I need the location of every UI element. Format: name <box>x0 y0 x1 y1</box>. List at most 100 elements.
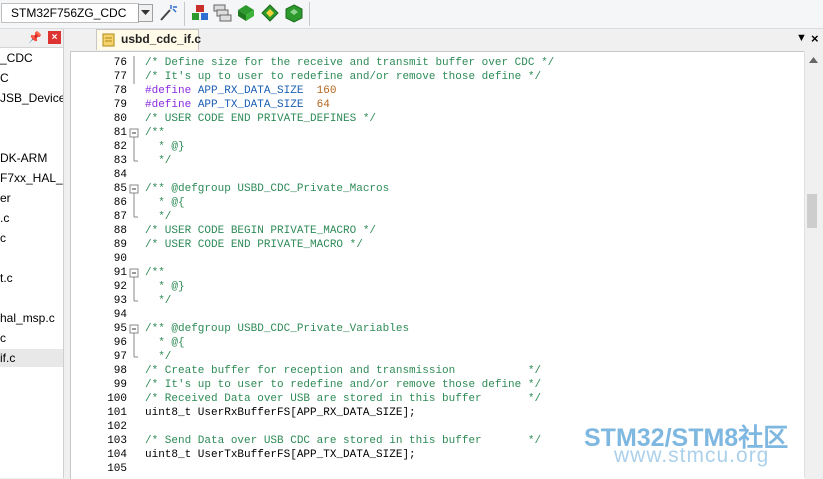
code-line: 79 #define APP_TX_DATA_SIZE 64 <box>71 98 805 112</box>
comment-text: /* Create buffer for reception and trans… <box>145 365 542 377</box>
line-number: 80 <box>113 113 127 125</box>
code-line: 94 <box>71 308 805 322</box>
line-number: 96 <box>113 337 127 349</box>
comment-text: /* USER CODE END PRIVATE_MACRO */ <box>145 239 363 251</box>
close-editor-icon[interactable]: × <box>811 31 819 46</box>
comment-text: /** <box>145 267 165 279</box>
code-line: 103 /* Send Data over USB CDC are stored … <box>71 434 805 448</box>
editor-frame: usbd_cdc_if.c ▼ × 76 /* Define size for t… <box>64 29 823 479</box>
code-line: 96 * @{ <box>71 336 805 350</box>
code-line: 97 */ <box>71 350 805 364</box>
project-panel: 📌 × _CDC C JSB_Device_I DK-ARM F7xx_HAL_Der.… <box>0 29 64 478</box>
code-line: 101 uint8_t UserRxBufferFS[APP_RX_DATA_SI… <box>71 406 805 420</box>
diamond-icon <box>261 4 279 22</box>
target-name: STM32F756ZG_CDC <box>11 6 127 20</box>
fold-line-icon <box>133 336 135 350</box>
file-extensions-button[interactable] <box>212 3 232 23</box>
line-number: 88 <box>113 225 127 237</box>
fold-toggle-icon[interactable] <box>129 182 139 196</box>
code-line: 89 /* USER CODE END PRIVATE_MACRO */ <box>71 238 805 252</box>
manage-components-button[interactable] <box>190 3 210 23</box>
cube-icon <box>285 4 303 23</box>
target-dropdown-button[interactable] <box>138 4 153 22</box>
line-number: 105 <box>107 463 127 475</box>
define-keyword: #define <box>145 99 192 111</box>
tab-list-dropdown-icon[interactable]: ▼ <box>796 32 807 44</box>
line-number: 104 <box>107 449 127 461</box>
tree-item[interactable]: c <box>0 329 6 347</box>
code-line: 88 /* USER CODE BEGIN PRIVATE_MACRO */ <box>71 224 805 238</box>
fold-line-icon <box>133 196 135 210</box>
comment-text: /* Send Data over USB CDC are stored in … <box>145 435 542 447</box>
tree-item[interactable]: t.c <box>0 269 13 287</box>
pack-installer-button[interactable] <box>260 3 280 23</box>
pack-manager-button[interactable] <box>284 3 304 23</box>
code-line: 105 <box>71 462 805 476</box>
macro-name: APP_TX_DATA_SIZE <box>191 99 317 111</box>
comment-text: */ <box>145 351 172 363</box>
preprocessor-line: #define APP_RX_DATA_SIZE 160 <box>145 84 336 98</box>
fold-line-icon <box>133 280 135 294</box>
code-line: 77 /* It's up to user to redefine and/or … <box>71 70 805 84</box>
code-line: 102 <box>71 420 805 434</box>
chevron-down-icon <box>141 10 150 15</box>
tab-label: usbd_cdc_if.c <box>121 32 202 46</box>
comment-text: */ <box>145 155 172 167</box>
fold-line-icon <box>133 350 138 358</box>
line-number: 82 <box>113 141 127 153</box>
tree-item[interactable]: .c <box>0 209 9 227</box>
line-number: 103 <box>107 435 127 447</box>
tree-item[interactable]: if.c <box>0 349 63 367</box>
code-line: 85 /** @defgroup USBD_CDC_Private_Macros <box>71 182 805 196</box>
tree-item[interactable]: F7xx_HAL_D <box>0 169 63 187</box>
code-line: 84 <box>71 168 805 182</box>
tab-usbd-cdc-if[interactable]: usbd_cdc_if.c <box>96 29 202 50</box>
line-number: 83 <box>113 155 127 167</box>
vertical-scrollbar[interactable] <box>804 51 823 478</box>
fold-toggle-icon[interactable] <box>129 322 139 336</box>
comment-text: */ <box>145 295 172 307</box>
line-number: 99 <box>113 379 127 391</box>
tree-item[interactable]: JSB_Device_I <box>0 89 63 107</box>
code-line: 78 #define APP_RX_DATA_SIZE 160 <box>71 84 805 98</box>
fold-line-icon <box>133 154 138 162</box>
close-icon[interactable]: × <box>48 31 61 44</box>
code-line: 100 /* Received Data over USB are stored … <box>71 392 805 406</box>
tree-item[interactable]: er <box>0 189 11 207</box>
code-line: 86 * @{ <box>71 196 805 210</box>
project-panel-header: 📌 × <box>0 29 63 48</box>
target-select[interactable]: STM32F756ZG_CDC <box>1 3 139 23</box>
code-editor[interactable]: 76 /* Define size for the receive and tra… <box>70 51 805 479</box>
line-number: 102 <box>107 421 127 433</box>
comment-text: /* USER CODE BEGIN PRIVATE_MACRO */ <box>145 225 377 237</box>
options-for-target-button[interactable] <box>158 3 178 23</box>
tree-item[interactable]: _CDC <box>0 49 33 67</box>
comment-text: /** @defgroup USBD_CDC_Private_Variables <box>145 323 410 335</box>
pin-icon[interactable]: 📌 <box>28 31 42 44</box>
fold-toggle-icon[interactable] <box>129 126 139 140</box>
fold-toggle-icon[interactable] <box>129 266 139 280</box>
components-icon <box>192 5 208 20</box>
line-number: 84 <box>113 169 127 181</box>
comment-text: */ <box>145 211 172 223</box>
code-line: 92 * @} <box>71 280 805 294</box>
code-line: 98 /* Create buffer for reception and tra… <box>71 364 805 378</box>
comment-text: * @{ <box>145 337 185 349</box>
comment-text: /* It's up to user to redefine and/or re… <box>145 379 542 391</box>
line-number: 79 <box>113 99 127 111</box>
line-number: 76 <box>113 57 127 69</box>
comment-text: /* It's up to user to redefine and/or re… <box>145 71 542 83</box>
select-packs-button[interactable] <box>236 3 256 23</box>
tree-item[interactable]: hal_msp.c <box>0 309 55 327</box>
tree-item[interactable]: DK-ARM <box>0 149 47 167</box>
macro-value: 160 <box>316 85 337 97</box>
scrollbar-thumb[interactable] <box>807 194 817 228</box>
scroll-up-icon[interactable] <box>809 57 818 63</box>
tree-item[interactable]: C <box>0 69 9 87</box>
comment-text: /* Define size for the receive and trans… <box>145 57 555 69</box>
tree-item[interactable]: c <box>0 229 6 247</box>
line-number: 87 <box>113 211 127 223</box>
code-line: 99 /* It's up to user to redefine and/or … <box>71 378 805 392</box>
comment-text: /** <box>145 127 165 139</box>
package-icon <box>238 5 254 21</box>
